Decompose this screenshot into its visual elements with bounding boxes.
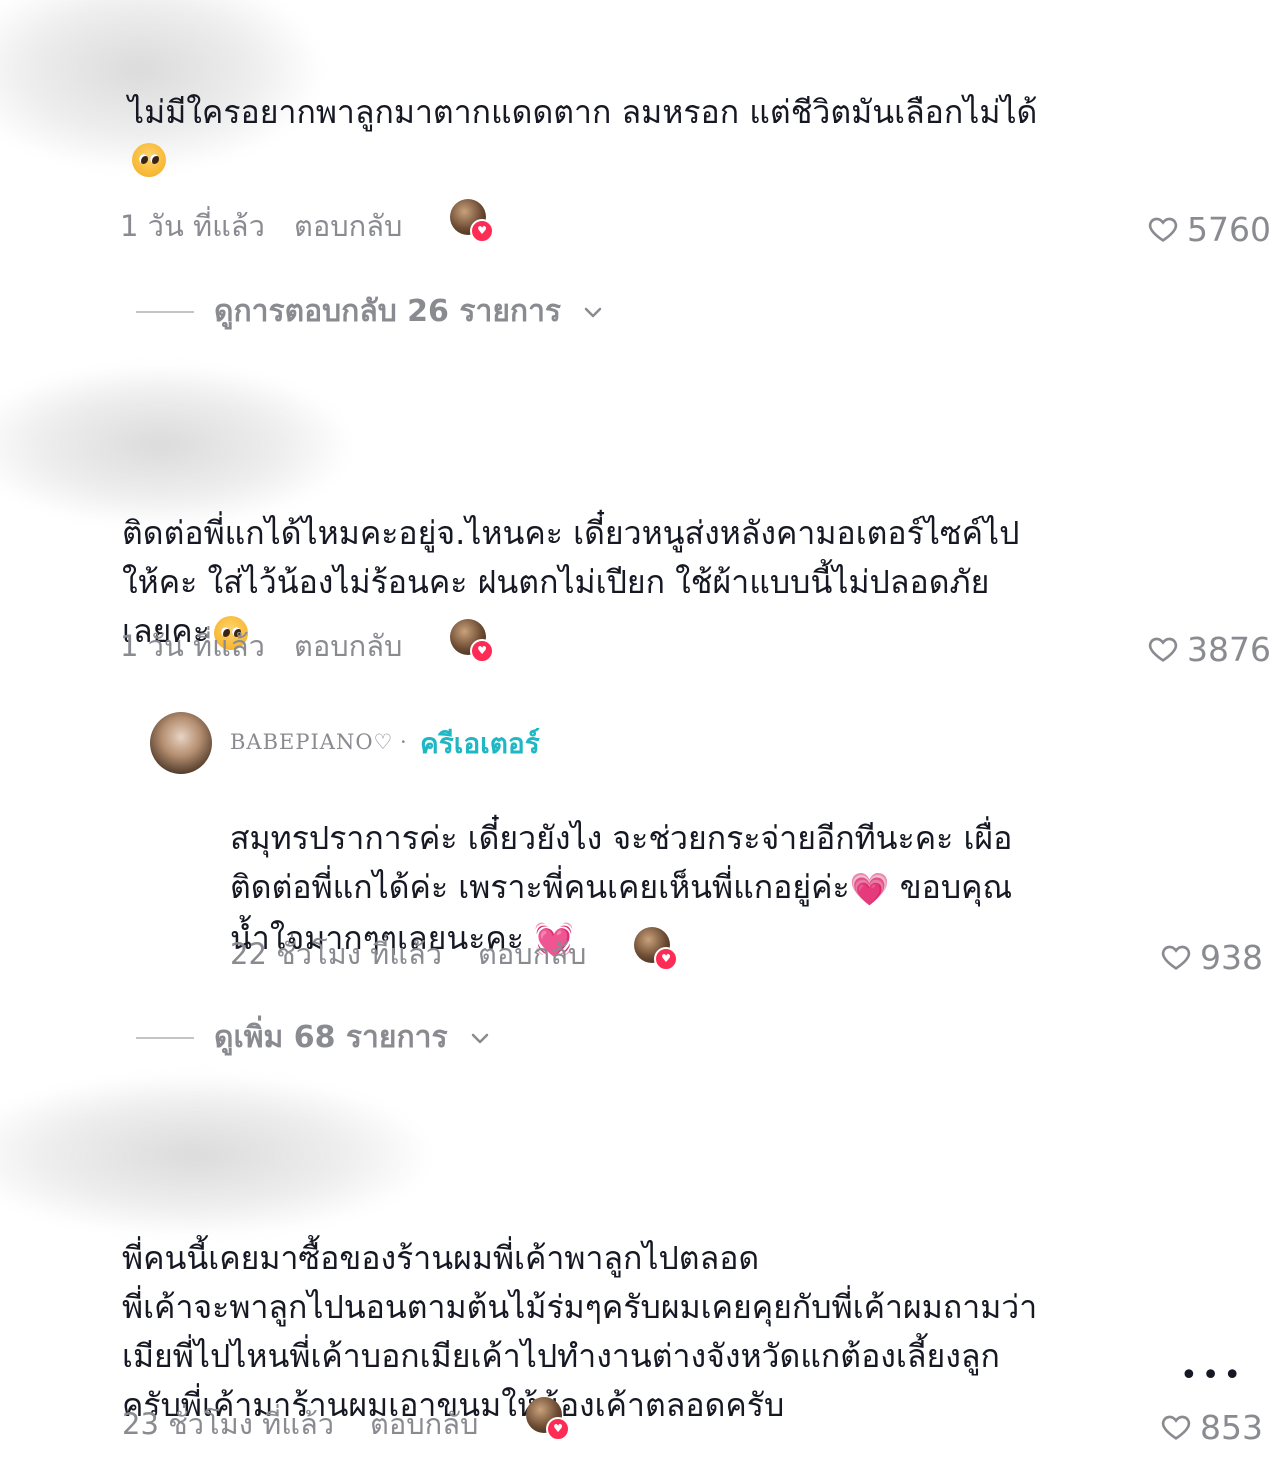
view-replies-label: ดูการตอบกลับ 26 รายการ [214,294,562,329]
like-count: 3876 [1187,629,1271,669]
comment-time: 1 วัน ที่แล้ว [120,629,265,663]
like-button[interactable]: 3876 [1147,627,1271,671]
creator-badge: ครีเอเตอร์ [420,727,540,760]
username[interactable]: BABEPIANO♡ [230,730,393,754]
comment-meta: 22 ชั่วโมง ที่แล้ว ตอบกลับ ♥ 938 [230,927,1263,977]
pleading-face-emoji [132,143,166,177]
comment-text: ไม่มีใครอยากพาลูกมาตากแดดตาก ลมหรอก แต่ช… [128,93,1038,131]
divider-line [136,1036,194,1039]
like-button[interactable]: 938 [1160,935,1263,979]
creator-liked-avatar-icon: ♥ [450,619,494,663]
more-options-button[interactable]: ••• [1180,1358,1245,1393]
comment-meta: 1 วัน ที่แล้ว ตอบกลับ ♥ 5760 [120,199,1271,249]
creator-liked-avatar-icon: ♥ [634,927,678,971]
comment-meta: 1 วัน ที่แล้ว ตอบกลับ ♥ 3876 [120,619,1271,669]
heart-outline-icon [1161,945,1191,970]
heart-outline-icon [1148,217,1178,242]
chevron-down-icon [584,307,602,317]
like-count: 938 [1200,937,1263,977]
view-more-button[interactable]: ดูเพิ่ม 68 รายการ [136,1014,492,1061]
like-button[interactable]: 853 [1160,1405,1263,1449]
comment-time: 22 ชั่วโมง ที่แล้ว [230,937,443,971]
like-button[interactable]: 5760 [1147,207,1271,251]
avatar[interactable] [150,712,212,774]
sparkling-heart-emoji: 💗 [849,869,890,908]
creator-liked-avatar-icon: ♥ [526,1397,570,1441]
reply-button[interactable]: ตอบกลับ [370,1401,478,1447]
reply-button[interactable]: ตอบกลับ [294,623,402,669]
heart-outline-icon [1148,637,1178,662]
view-replies-button[interactable]: ดูการตอบกลับ 26 รายการ [136,288,605,335]
reply-button[interactable]: ตอบกลับ [478,931,586,977]
username-separator: · [400,730,408,754]
heart-outline-icon [1161,1415,1191,1440]
reply-button[interactable]: ตอบกลับ [294,203,402,249]
chevron-down-icon [471,1033,488,1043]
comment-text: พี่คนนี้เคยมาซื้อของร้านผมพี่เค้าพาลูกไป… [122,1239,1038,1424]
like-count: 853 [1200,1407,1263,1447]
view-more-label: ดูเพิ่ม 68 รายการ [214,1020,448,1055]
comment-time: 1 วัน ที่แล้ว [120,209,265,243]
comment-meta: 23 ชั่วโมง ที่แล้ว ตอบกลับ ♥ 853 [122,1397,1263,1447]
blurred-avatar [0,0,320,170]
comment-time: 23 ชั่วโมง ที่แล้ว [122,1407,335,1441]
creator-liked-avatar-icon: ♥ [450,199,494,243]
divider-line [136,310,194,313]
like-count: 5760 [1187,209,1271,249]
